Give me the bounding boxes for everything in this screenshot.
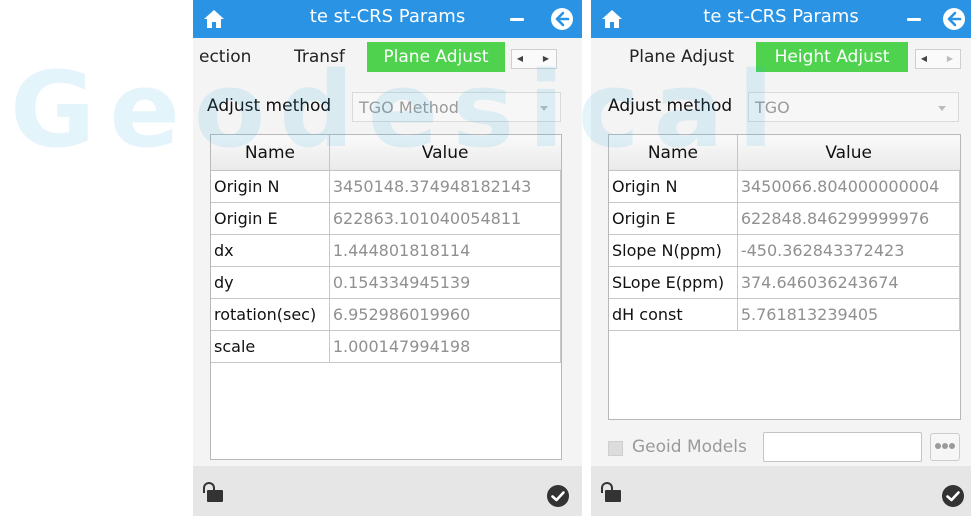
row-value: 5.761813239405: [737, 298, 961, 331]
params-table-container: Name Value Origin N 3450148.374948182143 …: [210, 134, 562, 460]
geoid-models-label: Geoid Models: [632, 437, 747, 457]
dot-icon: [935, 443, 941, 449]
dot-icon: [942, 443, 948, 449]
geoid-models-field[interactable]: [763, 432, 922, 462]
row-name: dx: [211, 234, 330, 267]
geoid-models-checkbox[interactable]: [608, 441, 623, 456]
right-panel: te st-CRS Params Plane Adjust Height Adj…: [591, 0, 971, 516]
table-row[interactable]: Origin E 622848.846299999976: [609, 202, 961, 235]
bottom-bar: [193, 466, 582, 516]
bottom-bar: [591, 466, 971, 516]
more-options-button[interactable]: [930, 433, 960, 461]
column-header-name[interactable]: Name: [211, 135, 330, 171]
table-row[interactable]: Origin N 3450148.374948182143: [211, 170, 562, 203]
tab-plane-adjust[interactable]: Plane Adjust: [367, 42, 505, 72]
checkmark-circle-icon[interactable]: [546, 484, 570, 508]
adjust-method-label: Adjust method: [608, 96, 733, 116]
column-header-name[interactable]: Name: [609, 135, 738, 171]
title-bar: te st-CRS Params: [193, 0, 582, 38]
row-value: 1.444801818114: [329, 234, 562, 267]
back-arrow-icon[interactable]: [942, 7, 966, 31]
tab-height-adjust[interactable]: Height Adjust: [756, 42, 908, 72]
tab-scroll-buttons: ◀ ▶: [511, 49, 557, 69]
dot-icon: [949, 443, 955, 449]
adjust-method-select[interactable]: TGO Method: [352, 92, 561, 122]
adjust-method-select[interactable]: TGO: [748, 92, 959, 122]
chevron-down-icon: [540, 106, 548, 111]
tab-scroll-left-icon[interactable]: ◀: [918, 50, 930, 68]
adjust-method-label: Adjust method: [207, 96, 332, 116]
row-name: Origin E: [211, 202, 330, 235]
row-name: Origin N: [609, 170, 738, 203]
table-row[interactable]: dH const 5.761813239405: [609, 298, 961, 331]
title-bar: te st-CRS Params: [591, 0, 971, 38]
minimize-icon[interactable]: [907, 18, 921, 21]
table-row[interactable]: Slope N(ppm) -450.362843372423: [609, 234, 961, 267]
params-table: Name Value Origin N 3450066.804000000004 …: [609, 135, 961, 331]
row-value: 6.952986019960: [329, 298, 562, 331]
row-name: SLope E(ppm): [609, 266, 738, 299]
row-value: -450.362843372423: [737, 234, 961, 267]
row-value: 622848.846299999976: [737, 202, 961, 235]
adjust-method-value: TGO: [755, 98, 790, 117]
tab-bar: ection Transf Plane Adjust ◀ ▶: [193, 38, 582, 76]
tab-scroll-right-icon[interactable]: ▶: [944, 50, 956, 68]
row-value: 622863.101040054811: [329, 202, 562, 235]
adjust-method-value: TGO Method: [359, 98, 459, 117]
window-title: te st-CRS Params: [703, 6, 859, 27]
row-name: dy: [211, 266, 330, 299]
window-title: te st-CRS Params: [309, 6, 466, 27]
column-header-value[interactable]: Value: [329, 135, 561, 171]
geoid-models-row: Geoid Models: [608, 432, 960, 463]
tab-scroll-buttons: ◀ ▶: [915, 49, 961, 69]
checkmark-circle-icon[interactable]: [941, 484, 965, 508]
tab-transform[interactable]: Transf: [294, 44, 345, 70]
minimize-icon[interactable]: [510, 18, 524, 21]
table-row[interactable]: Origin N 3450066.804000000004: [609, 170, 961, 203]
row-value: 1.000147994198: [329, 330, 562, 363]
row-name: rotation(sec): [211, 298, 330, 331]
table-row[interactable]: SLope E(ppm) 374.646036243674: [609, 266, 961, 299]
column-header-value[interactable]: Value: [737, 135, 960, 171]
table-row[interactable]: dy 0.154334945139: [211, 266, 562, 299]
back-arrow-icon[interactable]: [550, 7, 574, 31]
params-table-container: Name Value Origin N 3450066.804000000004 …: [608, 134, 961, 420]
row-name: Origin N: [211, 170, 330, 203]
row-name: scale: [211, 330, 330, 363]
table-row[interactable]: Origin E 622863.101040054811: [211, 202, 562, 235]
row-value: 374.646036243674: [737, 266, 961, 299]
row-value: 0.154334945139: [329, 266, 562, 299]
unlock-icon[interactable]: [203, 482, 223, 502]
row-value: 3450066.804000000004: [737, 170, 961, 203]
tab-bar: Plane Adjust Height Adjust ◀ ▶: [591, 38, 971, 76]
table-row[interactable]: scale 1.000147994198: [211, 330, 562, 363]
params-table: Name Value Origin N 3450148.374948182143 …: [211, 135, 562, 363]
tab-scroll-left-icon[interactable]: ◀: [514, 50, 526, 68]
left-panel: te st-CRS Params ection Transf Plane Adj…: [193, 0, 582, 516]
chevron-down-icon: [938, 106, 946, 111]
table-row[interactable]: dx 1.444801818114: [211, 234, 562, 267]
row-name: Origin E: [609, 202, 738, 235]
tab-scroll-right-icon[interactable]: ▶: [540, 50, 552, 68]
table-row[interactable]: rotation(sec) 6.952986019960: [211, 298, 562, 331]
row-name: Slope N(ppm): [609, 234, 738, 267]
row-value: 3450148.374948182143: [329, 170, 562, 203]
unlock-icon[interactable]: [601, 482, 621, 502]
adjust-method-row: Adjust method TGO: [591, 92, 971, 126]
adjust-method-row: Adjust method TGO Method: [193, 92, 582, 126]
tab-projection[interactable]: ection: [199, 44, 251, 70]
row-name: dH const: [609, 298, 738, 331]
tab-plane-adjust[interactable]: Plane Adjust: [629, 44, 734, 70]
